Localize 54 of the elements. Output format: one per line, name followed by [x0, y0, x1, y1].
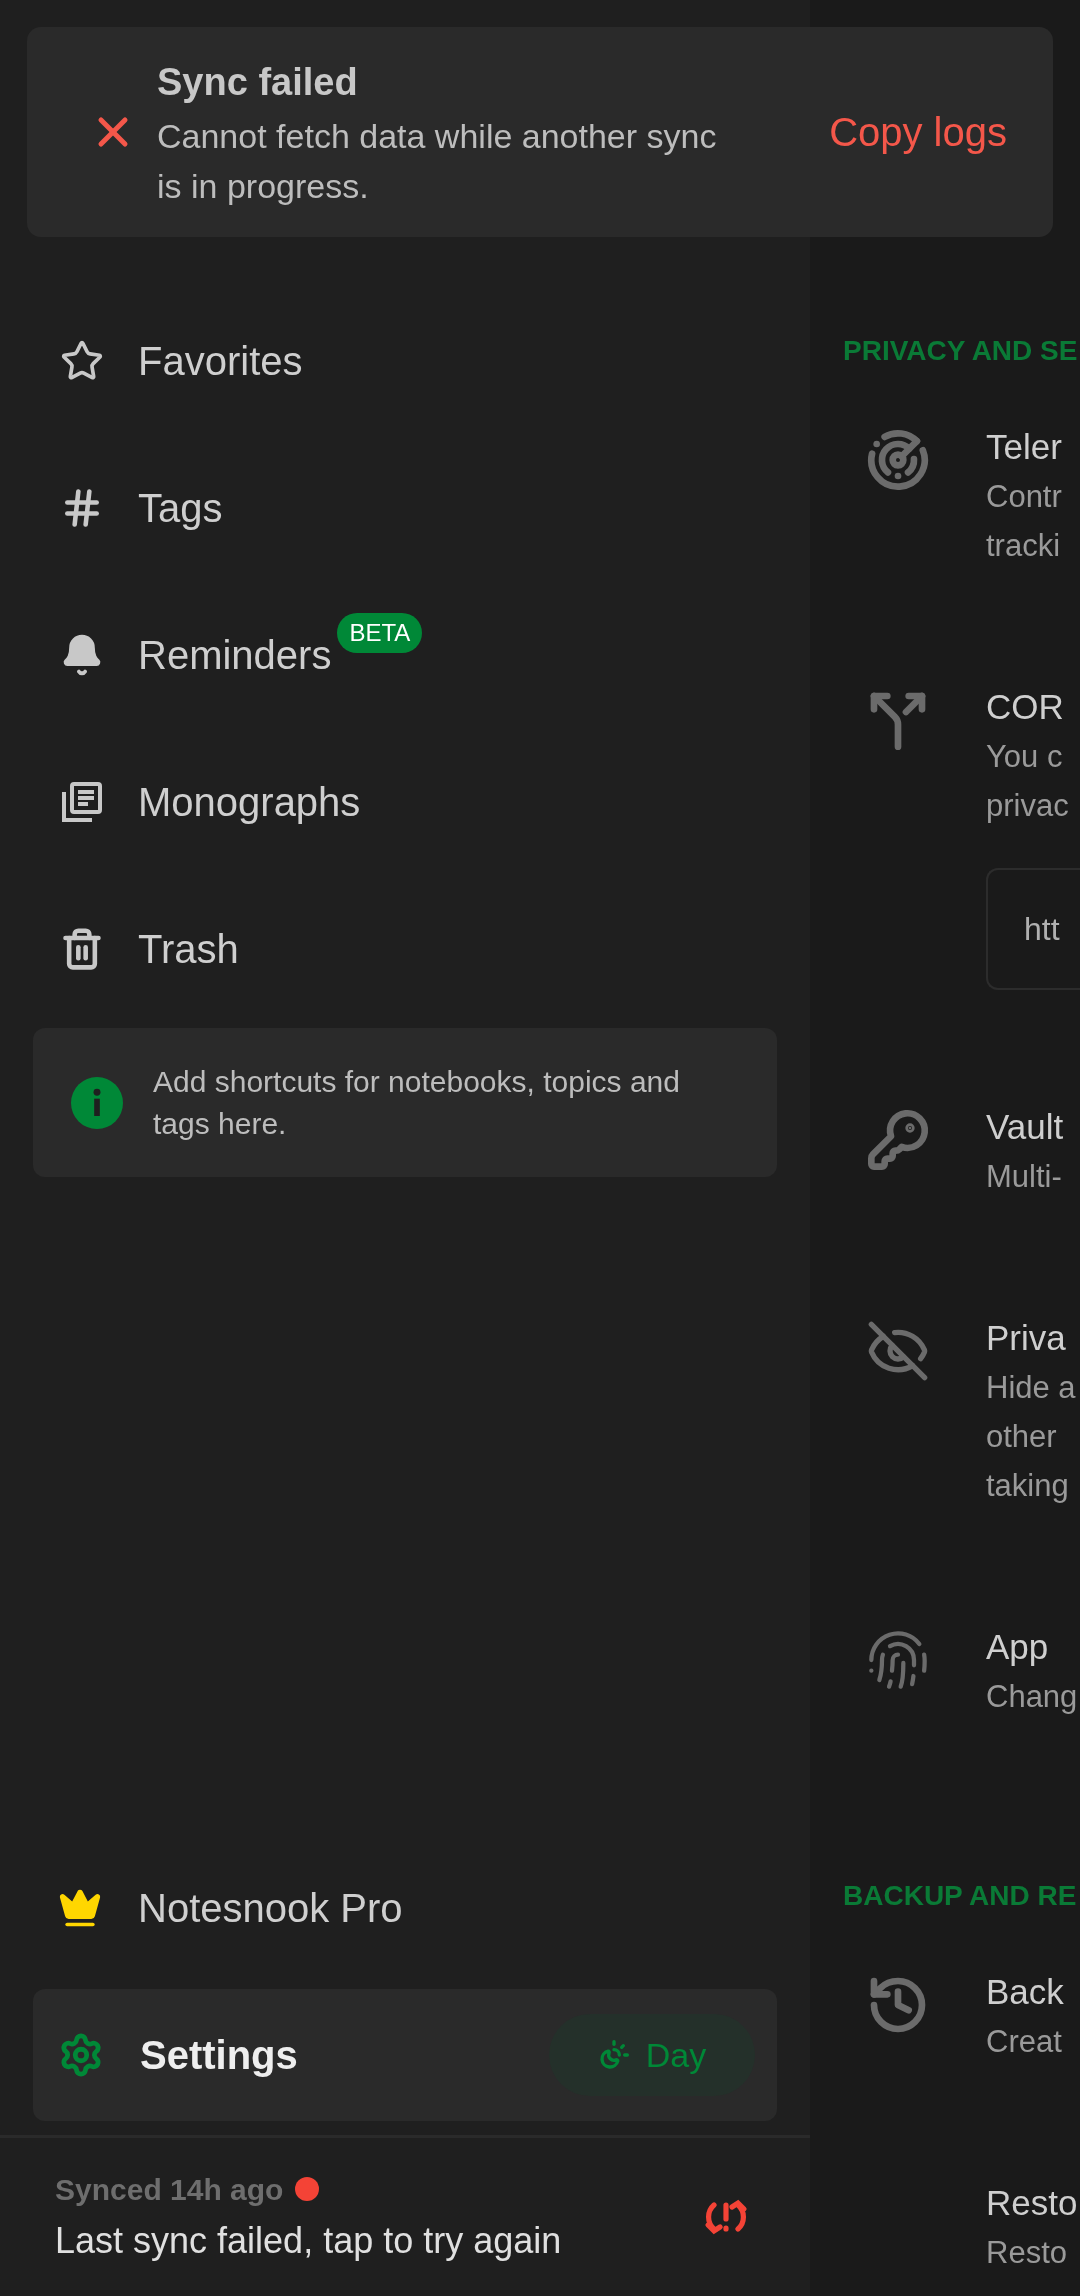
settings-row[interactable]: Teler Contr tracki	[810, 368, 1080, 628]
setting-title: Back	[986, 1971, 1064, 2013]
setting-description: taking	[986, 1467, 1070, 1505]
settings-row[interactable]: Back Creat	[810, 1913, 1080, 2124]
settings-row[interactable]: App Chang	[810, 1568, 1080, 1779]
drawer-item[interactable]: Tags	[0, 434, 810, 581]
trash-icon	[60, 926, 104, 971]
drawer-item[interactable]: Trash	[0, 875, 810, 1022]
setting-description: tracki	[986, 527, 1062, 565]
copy-logs-button[interactable]: Copy logs	[829, 102, 1007, 162]
sync-status-text: Synced 14h ago	[55, 2171, 284, 2208]
key-icon	[866, 1108, 930, 1172]
section-header: PRIVACY AND SE	[842, 334, 1079, 368]
drawer-item[interactable]: Monographs	[0, 728, 810, 875]
setting-description: Chang	[986, 1678, 1078, 1716]
setting-description: other	[986, 1418, 1058, 1456]
eye-off-icon	[866, 1319, 930, 1383]
info-icon	[71, 1076, 123, 1129]
shortcuts-hint-text: Add shortcuts for notebooks, topics and tags here.	[153, 1063, 681, 1142]
settings-row[interactable]: COR You c privac htt	[810, 628, 1080, 1048]
setting-description: Multi-	[986, 1158, 1063, 1196]
setting-title: Priva	[986, 1317, 1067, 1359]
settings-item[interactable]: Settings Day	[33, 1989, 777, 2121]
drawer-item-label: Tags	[138, 484, 223, 532]
drawer-item-label: Reminders	[138, 631, 332, 679]
toast-title: Sync failed	[157, 59, 359, 105]
setting-description: Hide a	[986, 1369, 1076, 1407]
setting-title: Teler	[986, 426, 1062, 468]
url-field[interactable]: htt	[986, 868, 1080, 990]
setting-title: Vault	[986, 1106, 1064, 1148]
setting-description: Contr	[986, 478, 1062, 516]
drawer-item-label: Favorites	[138, 337, 303, 385]
drawer-item-label: Monographs	[138, 778, 361, 826]
setting-title: Resto	[986, 2182, 1078, 2224]
section-header: BACKUP AND RE	[842, 1879, 1078, 1913]
radar-icon	[866, 428, 930, 492]
sun-moon-icon	[597, 2039, 630, 2071]
beta-badge: BETA	[337, 613, 423, 653]
setting-description: Creat	[986, 2023, 1063, 2061]
pro-item[interactable]: Notesnook Pro	[0, 1853, 810, 1963]
drawer-item[interactable]: Favorites	[0, 287, 810, 434]
sync-message[interactable]: Last sync failed, tap to try again	[55, 2213, 702, 2268]
setting-title: COR	[986, 686, 1065, 728]
drawer-item-label: Trash	[138, 925, 239, 973]
setting-description: privac	[986, 787, 1070, 825]
settings-row[interactable]: Resto Resto	[810, 2124, 1080, 2296]
setting-title: App	[986, 1626, 1050, 1668]
setting-description: You c	[986, 738, 1064, 776]
setting-description: Resto	[986, 2234, 1068, 2272]
drawer-item[interactable]: Reminders BETA	[0, 581, 810, 728]
fingerprint-icon	[866, 1628, 930, 1692]
settings-row[interactable]: Priva Hide a other taking	[810, 1259, 1080, 1568]
toast-message: Cannot fetch data while another sync is in progress.	[157, 115, 717, 207]
settings-row[interactable]: Vault Multi-	[810, 1048, 1080, 1259]
